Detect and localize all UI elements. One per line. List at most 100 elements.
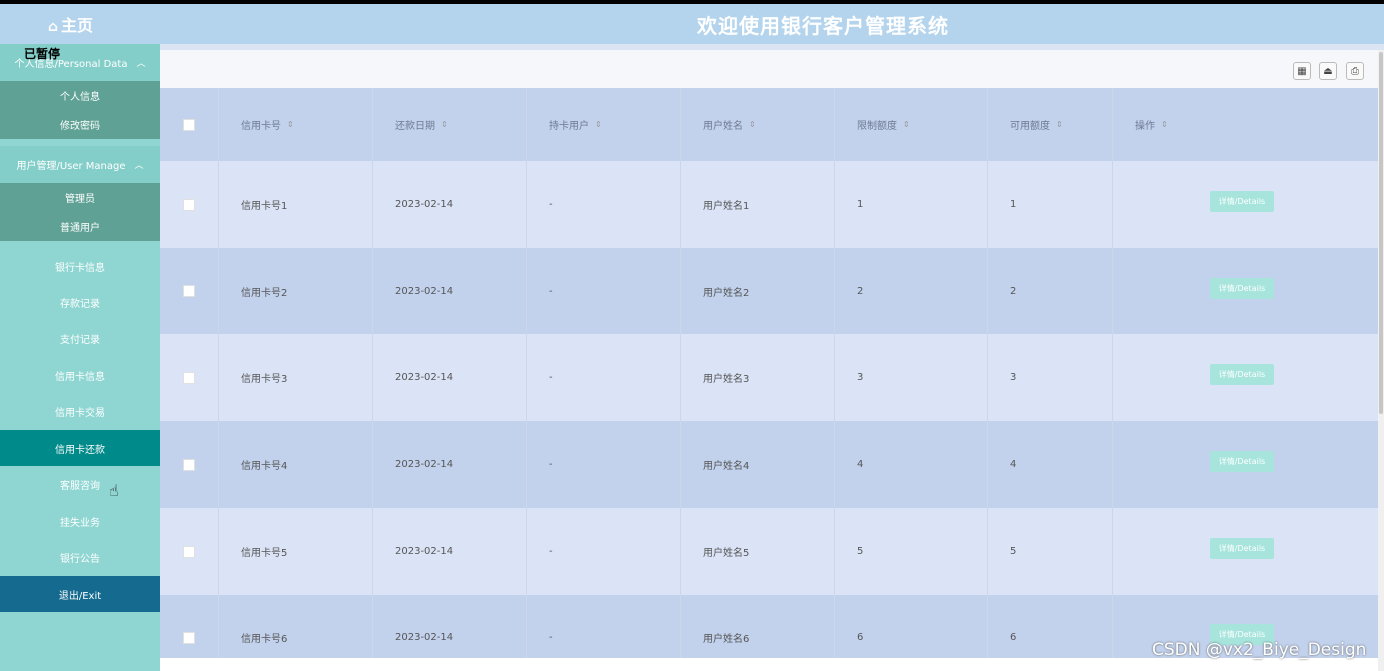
cell-name: 用户姓名3 xyxy=(681,334,835,421)
sidebar-item-change-password[interactable]: 修改密码 xyxy=(0,110,160,139)
cell-holder: - xyxy=(527,595,681,658)
details-button[interactable]: 详情/Details xyxy=(1210,451,1274,472)
cell-name: 用户姓名5 xyxy=(681,508,835,595)
sort-icon: ⇕ xyxy=(903,120,910,129)
print-icon[interactable]: ⎙ xyxy=(1346,62,1364,80)
table-row: 信用卡号3 2023-02-14 - 用户姓名3 3 3 详情/Details xyxy=(160,334,1378,421)
cell-available: 5 xyxy=(988,508,1113,595)
sidebar-submenu-personal: 个人信息 修改密码 xyxy=(0,81,160,139)
cell-card: 信用卡号6 xyxy=(219,595,373,658)
cell-name: 用户姓名4 xyxy=(681,421,835,508)
cell-limit: 2 xyxy=(835,248,988,334)
cell-available: 2 xyxy=(988,248,1113,334)
sort-icon: ⇕ xyxy=(441,120,448,129)
row-checkbox[interactable] xyxy=(183,631,195,644)
sort-icon: ⇕ xyxy=(1161,120,1168,129)
cell-card: 信用卡号1 xyxy=(219,161,373,248)
table-row: 信用卡号4 2023-02-14 - 用户姓名4 4 4 详情/Details xyxy=(160,421,1378,508)
cell-holder: - xyxy=(527,421,681,508)
table-row: 信用卡号1 2023-02-14 - 用户姓名1 1 1 详情/Details xyxy=(160,161,1378,248)
sort-icon: ⇕ xyxy=(749,120,756,129)
hand-cursor-icon: ☝ xyxy=(109,481,119,500)
cell-name: 用户姓名1 xyxy=(681,161,835,248)
cell-name: 用户姓名2 xyxy=(681,248,835,334)
sidebar-item-credit-card-transactions[interactable]: 信用卡交易 xyxy=(0,393,160,429)
sidebar-item-payment-records[interactable]: 支付记录 xyxy=(0,320,160,356)
row-checkbox[interactable] xyxy=(183,458,195,471)
sidebar-item-deposit-records[interactable]: 存款记录 xyxy=(0,284,160,320)
row-checkbox[interactable] xyxy=(183,545,195,558)
table-header-row: 信用卡号 ⇕ 还款日期 ⇕ 持卡用户 ⇕ 用户姓名 ⇕ 限制额度 ⇕ 可用额度 ⇕ 操作 ⇕ xyxy=(160,88,1378,161)
sidebar-group-user-manage[interactable]: 用户管理/User Manage ︿ xyxy=(0,146,160,183)
home-label: 主页 xyxy=(61,16,94,35)
cell-holder: - xyxy=(527,334,681,421)
export-icon[interactable]: ⏏ xyxy=(1319,62,1337,80)
table-row: 信用卡号2 2023-02-14 - 用户姓名2 2 2 详情/Details xyxy=(160,248,1378,334)
column-header[interactable]: 限制额度 ⇕ xyxy=(835,88,988,161)
cell-date: 2023-02-14 xyxy=(373,248,527,334)
sidebar-item-credit-card-info[interactable]: 信用卡信息 xyxy=(0,357,160,393)
row-checkbox[interactable] xyxy=(183,198,195,211)
sidebar-item-normal-user[interactable]: 普通用户 xyxy=(0,212,160,241)
column-header[interactable]: 用户姓名 ⇕ xyxy=(681,88,835,161)
cell-available: 6 xyxy=(988,595,1113,658)
sidebar-item-customer-service[interactable]: 客服咨询 xyxy=(0,466,160,502)
sidebar-item-bank-notices[interactable]: 银行公告 xyxy=(0,539,160,575)
cell-available: 4 xyxy=(988,421,1113,508)
cell-available: 1 xyxy=(988,161,1113,248)
home-link[interactable]: ⌂ 主页 xyxy=(48,12,93,36)
cell-date: 2023-02-14 xyxy=(373,508,527,595)
cell-date: 2023-02-14 xyxy=(373,595,527,658)
cell-card: 信用卡号2 xyxy=(219,248,373,334)
column-header[interactable]: 还款日期 ⇕ xyxy=(373,88,527,161)
columns-icon[interactable]: ▦ xyxy=(1293,62,1311,80)
table-row: 信用卡号5 2023-02-14 - 用户姓名5 5 5 详情/Details xyxy=(160,508,1378,595)
sort-icon: ⇕ xyxy=(1056,120,1063,129)
cell-holder: - xyxy=(527,248,681,334)
sidebar-item-personal-info[interactable]: 个人信息 xyxy=(0,81,160,110)
sidebar-item-loss-report[interactable]: 挂失业务 xyxy=(0,503,160,539)
cell-limit: 6 xyxy=(835,595,988,658)
table-toolbar: ▦ ⏏ ⎙ xyxy=(160,50,1378,88)
sidebar-submenu-users: 管理员 普通用户 xyxy=(0,183,160,241)
details-button[interactable]: 详情/Details xyxy=(1210,277,1274,299)
chevron-up-icon: ︿ xyxy=(136,59,146,69)
cell-card: 信用卡号5 xyxy=(219,508,373,595)
details-button[interactable]: 详情/Details xyxy=(1210,538,1274,559)
cell-holder: - xyxy=(527,161,681,248)
sidebar-item-bank-card[interactable]: 银行卡信息 xyxy=(0,248,160,284)
cell-limit: 3 xyxy=(835,334,988,421)
sort-icon: ⇕ xyxy=(595,120,602,129)
chevron-up-icon: ︿ xyxy=(134,161,144,171)
cell-limit: 1 xyxy=(835,161,988,248)
sort-icon: ⇕ xyxy=(287,120,294,129)
row-checkbox[interactable] xyxy=(183,285,195,297)
cell-name: 用户姓名6 xyxy=(681,595,835,658)
sidebar-item-admin[interactable]: 管理员 xyxy=(0,183,160,212)
cell-holder: - xyxy=(527,508,681,595)
scrollbar-thumb[interactable] xyxy=(1379,52,1383,414)
column-header[interactable]: 可用额度 ⇕ xyxy=(988,88,1113,161)
watermark: CSDN @vx2_Biye_Design xyxy=(1152,640,1367,660)
select-all-checkbox[interactable] xyxy=(183,118,195,131)
sidebar-item-credit-card-repayment[interactable]: 信用卡还款 xyxy=(0,430,160,466)
page-title: 欢迎使用银行客户管理系统 xyxy=(697,14,949,38)
row-checkbox[interactable] xyxy=(183,371,195,384)
cell-card: 信用卡号3 xyxy=(219,334,373,421)
details-button[interactable]: 详情/Details xyxy=(1210,364,1274,385)
exit-button[interactable]: 退出/Exit xyxy=(0,576,160,612)
cell-available: 3 xyxy=(988,334,1113,421)
details-button[interactable]: 详情/Details xyxy=(1210,191,1274,212)
column-header[interactable]: 操作 ⇕ xyxy=(1113,88,1378,161)
cell-limit: 4 xyxy=(835,421,988,508)
paused-overlay: 已暂停 xyxy=(24,47,61,61)
column-header[interactable]: 持卡用户 ⇕ xyxy=(527,88,681,161)
cell-date: 2023-02-14 xyxy=(373,421,527,508)
header-checkbox-cell xyxy=(160,88,219,161)
cell-date: 2023-02-14 xyxy=(373,161,527,248)
home-icon: ⌂ xyxy=(48,19,59,35)
sidebar-group-label: 用户管理/User Manage xyxy=(16,161,126,172)
cell-card: 信用卡号4 xyxy=(219,421,373,508)
column-header[interactable]: 信用卡号 ⇕ xyxy=(219,88,373,161)
header-bar: ⌂ 主页 欢迎使用银行客户管理系统 xyxy=(0,4,1384,44)
